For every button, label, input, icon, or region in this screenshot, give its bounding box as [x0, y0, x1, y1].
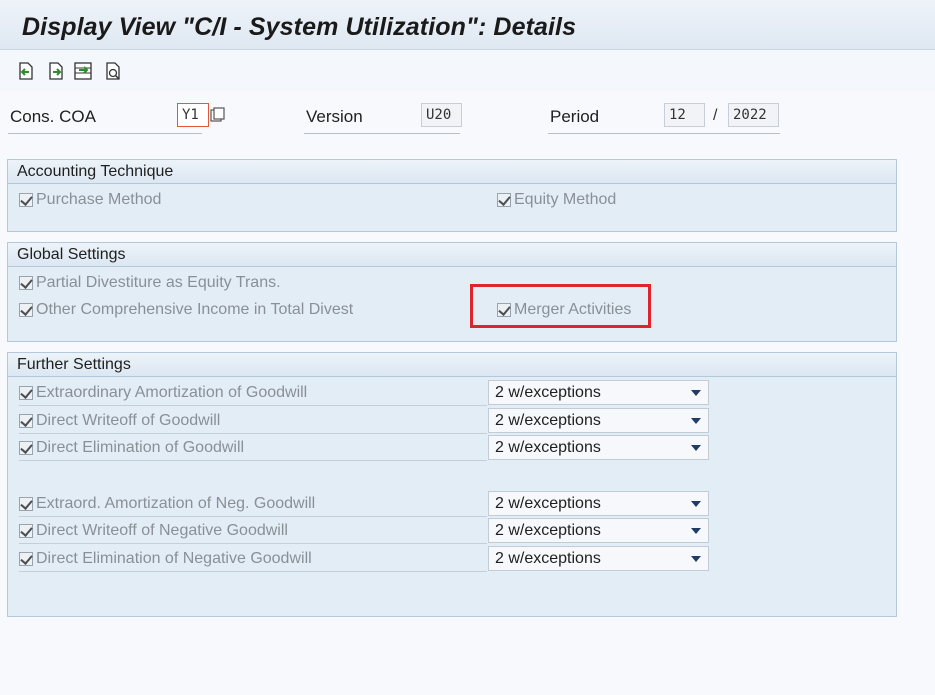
settings-row-select[interactable]: 2 w/exceptions [488, 435, 709, 460]
group-title: Accounting Technique [8, 160, 896, 184]
other-comprehensive-income-label: Other Comprehensive Income in Total Dive… [36, 301, 354, 318]
title-bar: Display View "C/I - System Utilization":… [0, 0, 935, 50]
version-underline [304, 133, 460, 134]
row-underline [19, 460, 487, 461]
partial-divestiture-label: Partial Divestiture as Equity Trans. [36, 274, 281, 291]
row-underline [19, 405, 487, 406]
settings-row-checkbox[interactable]: Extraord. Amortization of Neg. Goodwill [19, 495, 315, 513]
other-entry-icon[interactable] [103, 61, 123, 81]
purchase-method-checkbox[interactable]: Purchase Method [19, 191, 161, 209]
settings-row-select[interactable]: 2 w/exceptions [488, 546, 709, 571]
checkbox-checked-icon [19, 303, 33, 317]
period-field[interactable]: 12 [664, 103, 705, 127]
settings-row-checkbox[interactable]: Direct Elimination of Negative Goodwill [19, 550, 312, 568]
settings-row-label: Direct Writeoff of Negative Goodwill [36, 522, 288, 539]
select-value: 2 w/exceptions [495, 439, 601, 456]
select-value: 2 w/exceptions [495, 495, 601, 512]
group-title: Further Settings [8, 353, 896, 377]
select-value: 2 w/exceptions [495, 384, 601, 401]
previous-entry-icon[interactable] [16, 61, 36, 81]
settings-row-checkbox[interactable]: Direct Writeoff of Negative Goodwill [19, 522, 288, 540]
header-row: Cons. COA Y1 Version U20 Period 12 / 202… [0, 96, 935, 144]
chevron-down-icon[interactable] [691, 528, 701, 534]
period-separator: / [713, 107, 718, 124]
other-comprehensive-income-checkbox[interactable]: Other Comprehensive Income in Total Dive… [19, 301, 353, 319]
global-settings-group: Global Settings [7, 242, 897, 342]
value-help-icon[interactable] [210, 107, 226, 123]
purchase-method-label: Purchase Method [36, 191, 162, 208]
cons-coa-underline [8, 133, 202, 134]
checkbox-checked-icon [19, 386, 33, 400]
settings-row-select[interactable]: 2 w/exceptions [488, 491, 709, 516]
equity-method-checkbox[interactable]: Equity Method [497, 191, 616, 209]
settings-row-checkbox[interactable]: Direct Writeoff of Goodwill [19, 412, 220, 430]
settings-row-label: Direct Elimination of Negative Goodwill [36, 550, 312, 567]
partial-divestiture-checkbox[interactable]: Partial Divestiture as Equity Trans. [19, 274, 281, 292]
chevron-down-icon[interactable] [691, 418, 701, 424]
checkbox-checked-icon [19, 552, 33, 566]
chevron-down-icon[interactable] [691, 556, 701, 562]
settings-row-select[interactable]: 2 w/exceptions [488, 380, 709, 405]
settings-row-label: Extraordinary Amortization of Goodwill [36, 384, 308, 401]
fiscal-year-field[interactable]: 2022 [728, 103, 779, 127]
settings-row-select[interactable]: 2 w/exceptions [488, 408, 709, 433]
period-label: Period [550, 107, 600, 126]
checkbox-checked-icon [19, 497, 33, 511]
cons-coa-field[interactable]: Y1 [177, 103, 209, 127]
cons-coa-label: Cons. COA [10, 107, 96, 126]
settings-row-label: Extraord. Amortization of Neg. Goodwill [36, 495, 316, 512]
period-underline [548, 133, 780, 134]
row-underline [19, 433, 487, 434]
chevron-down-icon[interactable] [691, 445, 701, 451]
select-value: 2 w/exceptions [495, 522, 601, 539]
row-underline [19, 543, 487, 544]
checkbox-checked-icon [19, 414, 33, 428]
select-value: 2 w/exceptions [495, 412, 601, 429]
select-entry-icon[interactable] [73, 61, 93, 81]
checkbox-checked-icon [497, 193, 511, 207]
version-field[interactable]: U20 [421, 103, 462, 127]
settings-row-checkbox[interactable]: Direct Elimination of Goodwill [19, 439, 244, 457]
select-value: 2 w/exceptions [495, 550, 601, 567]
checkbox-checked-icon [19, 276, 33, 290]
settings-row-label: Direct Writeoff of Goodwill [36, 412, 221, 429]
highlight-box [470, 284, 651, 328]
row-underline [19, 571, 487, 572]
version-label: Version [306, 107, 363, 126]
checkbox-checked-icon [19, 193, 33, 207]
checkbox-checked-icon [19, 524, 33, 538]
checkbox-checked-icon [19, 441, 33, 455]
chevron-down-icon[interactable] [691, 501, 701, 507]
settings-row-select[interactable]: 2 w/exceptions [488, 518, 709, 543]
settings-row-label: Direct Elimination of Goodwill [36, 439, 245, 456]
equity-method-label: Equity Method [514, 191, 617, 208]
next-entry-icon[interactable] [46, 61, 66, 81]
page-title: Display View "C/I - System Utilization":… [22, 13, 577, 41]
group-title: Global Settings [8, 243, 896, 267]
chevron-down-icon[interactable] [691, 390, 701, 396]
settings-row-checkbox[interactable]: Extraordinary Amortization of Goodwill [19, 384, 307, 402]
toolbar [0, 51, 935, 91]
row-underline [19, 516, 487, 517]
